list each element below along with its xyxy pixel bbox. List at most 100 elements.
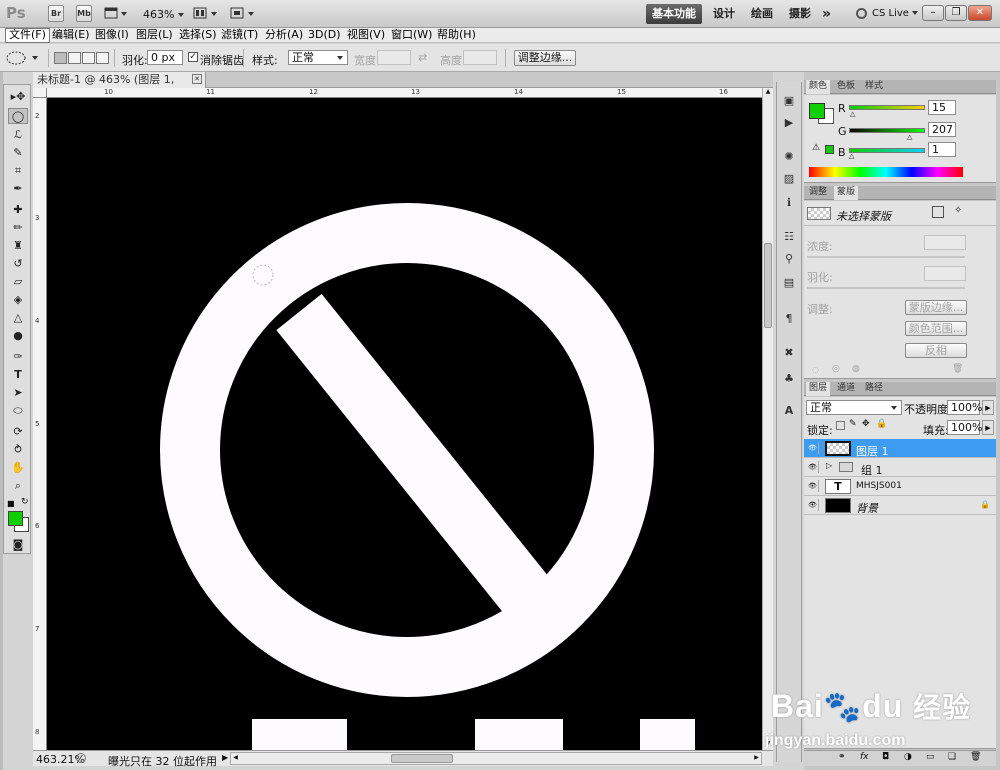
blend-mode-select[interactable]: 正常 (806, 400, 902, 415)
status-info-icon[interactable] (76, 753, 86, 763)
opacity-slider-arrow-icon[interactable]: ▶ (982, 400, 994, 415)
path-selection-tool-icon[interactable]: ➤ (8, 385, 28, 401)
arrange-documents-button[interactable] (193, 7, 219, 21)
layer-row-group1[interactable]: 👁 ▷ 组 1 (804, 458, 996, 477)
tab-adjustments[interactable]: 调整 (806, 186, 830, 200)
g-slider[interactable] (849, 128, 925, 133)
r-slider-thumb[interactable]: △ (850, 110, 855, 118)
ellipse-shape-tool-icon[interactable]: ⬭ (8, 403, 28, 419)
out-of-gamut-warning-icon[interactable]: ⚠ (812, 143, 820, 153)
antialias-checkbox[interactable]: ✓ (188, 52, 198, 62)
r-input[interactable]: 15 (928, 100, 956, 115)
width-input[interactable] (377, 50, 411, 65)
tool-preset-picker[interactable] (4, 50, 42, 66)
expand-group-icon[interactable]: ▷ (826, 461, 832, 470)
eraser-tool-icon[interactable]: ▱ (8, 274, 28, 290)
density-input[interactable] (924, 235, 966, 250)
view-extras-button[interactable] (104, 7, 128, 21)
tab-styles[interactable]: 样式 (862, 80, 886, 94)
info-panel-icon[interactable]: ℹ (779, 194, 799, 212)
lasso-tool-icon[interactable]: ℒ (8, 127, 28, 143)
density-slider[interactable] (807, 256, 965, 258)
foreground-color-swatch[interactable] (8, 511, 23, 526)
workspace-photography[interactable]: 摄影 (789, 4, 811, 24)
eye-icon[interactable]: 👁 (807, 480, 819, 492)
pen-tool-icon[interactable]: ✑ (8, 349, 28, 365)
status-menu-arrow-icon[interactable]: ▶ (222, 753, 228, 762)
menu-help[interactable]: 帮助(H) (434, 28, 479, 43)
pixel-mask-icon[interactable] (932, 206, 944, 218)
menu-3d[interactable]: 3D(D) (305, 28, 344, 43)
subtract-from-selection-button[interactable] (82, 52, 95, 64)
horizontal-scrollbar[interactable]: ◀ ▶ (230, 752, 762, 765)
workspace-painting[interactable]: 绘画 (751, 4, 773, 24)
minimize-button[interactable]: – (922, 5, 944, 21)
bridge-button[interactable]: Br (48, 5, 64, 22)
history-panel-icon[interactable]: ▣ (779, 92, 799, 110)
lock-all-icon[interactable]: 🔒 (876, 419, 887, 429)
paint-bucket-tool-icon[interactable]: ◈ (8, 292, 28, 308)
brush-panel-icon[interactable]: ✺ (779, 148, 799, 166)
fill-slider-arrow-icon[interactable]: ▶ (982, 420, 994, 435)
eye-icon[interactable]: 👁 (807, 461, 819, 473)
tab-masks[interactable]: 蒙版 (834, 186, 859, 200)
clone-source-panel-icon[interactable]: ♣ (779, 370, 799, 388)
layer-row-background[interactable]: 👁 背景 🔒 (804, 496, 996, 515)
menu-edit[interactable]: 编辑(E) (49, 28, 93, 43)
apply-mask-icon[interactable]: ◎ (832, 364, 840, 374)
menu-window[interactable]: 窗口(W) (388, 28, 435, 43)
lock-transparency-icon[interactable] (836, 421, 845, 430)
workspace-design[interactable]: 设计 (713, 4, 735, 24)
mask-feather-input[interactable] (924, 266, 966, 281)
mini-bridge-button[interactable]: Mb (76, 5, 92, 22)
menu-select[interactable]: 选择(S) (176, 28, 220, 43)
menu-file[interactable]: 文件(F) (5, 28, 50, 43)
mask-feather-slider[interactable] (807, 287, 965, 289)
layer-row-text[interactable]: 👁 T MHSJS001 (804, 477, 996, 496)
elliptical-marquee-tool-icon[interactable]: ◯ (8, 108, 28, 124)
mask-edge-button[interactable]: 蒙版边缘... (905, 300, 967, 315)
swap-colors-icon[interactable]: ↻ (21, 497, 29, 507)
tab-layers[interactable]: 图层 (806, 382, 831, 396)
workspace-essentials[interactable]: 基本功能 (646, 4, 702, 24)
b-slider[interactable] (849, 148, 925, 153)
move-tool-icon[interactable]: ▸✥ (8, 89, 28, 105)
tab-swatches[interactable]: 色板 (834, 80, 858, 94)
menu-layer[interactable]: 图层(L) (133, 28, 176, 43)
quick-selection-tool-icon[interactable]: ✎ (8, 145, 28, 161)
opacity-input[interactable]: 100% (947, 400, 982, 415)
paths-panel-icon[interactable]: ⚲ (779, 250, 799, 268)
eye-icon[interactable]: 👁 (807, 442, 819, 454)
fill-input[interactable]: 100% (947, 420, 982, 435)
style-select[interactable]: 正常 (288, 50, 348, 65)
tab-color[interactable]: 颜色 (806, 80, 831, 94)
intersect-selection-button[interactable] (96, 52, 109, 64)
horizontal-scroll-thumb[interactable] (391, 754, 453, 763)
type-tool-icon[interactable]: T (8, 367, 28, 383)
eye-icon[interactable]: 👁 (807, 499, 819, 511)
screen-mode-button[interactable] (230, 7, 256, 21)
navigator-panel-icon[interactable]: ▨ (779, 170, 799, 188)
zoom-tool-icon[interactable]: ⌕ (8, 478, 28, 494)
tool-presets-icon[interactable]: ▤ (779, 274, 799, 292)
b-slider-thumb[interactable]: △ (849, 152, 854, 160)
document-tab[interactable]: 未标题-1 @ 463% (图层 1, RGB/8) * ✕ (33, 72, 206, 101)
zoom-level-dropdown[interactable]: 463% (143, 8, 184, 21)
crop-tool-icon[interactable]: ⌗ (8, 163, 28, 179)
layer-row-layer1[interactable]: 👁 图层 1 (804, 439, 996, 458)
add-to-selection-button[interactable] (68, 52, 81, 64)
color-range-button[interactable]: 颜色范围... (905, 321, 967, 336)
menu-analysis[interactable]: 分析(A) (262, 28, 306, 43)
b-input[interactable]: 1 (928, 142, 956, 157)
history-brush-tool-icon[interactable]: ↺ (8, 256, 28, 272)
menu-filter[interactable]: 滤镜(T) (218, 28, 261, 43)
tab-paths[interactable]: 路径 (862, 382, 886, 396)
vertical-scroll-thumb[interactable] (764, 243, 772, 328)
3d-rotate-tool-icon[interactable]: ⟳ (8, 424, 28, 440)
close-tab-icon[interactable]: ✕ (192, 74, 202, 84)
healing-brush-tool-icon[interactable]: ✚ (8, 202, 28, 218)
more-workspaces-button[interactable]: » (822, 4, 831, 24)
tools-3d-panel-icon[interactable]: ✖ (779, 344, 799, 362)
g-input[interactable]: 207 (928, 122, 956, 137)
r-slider[interactable] (849, 105, 925, 110)
